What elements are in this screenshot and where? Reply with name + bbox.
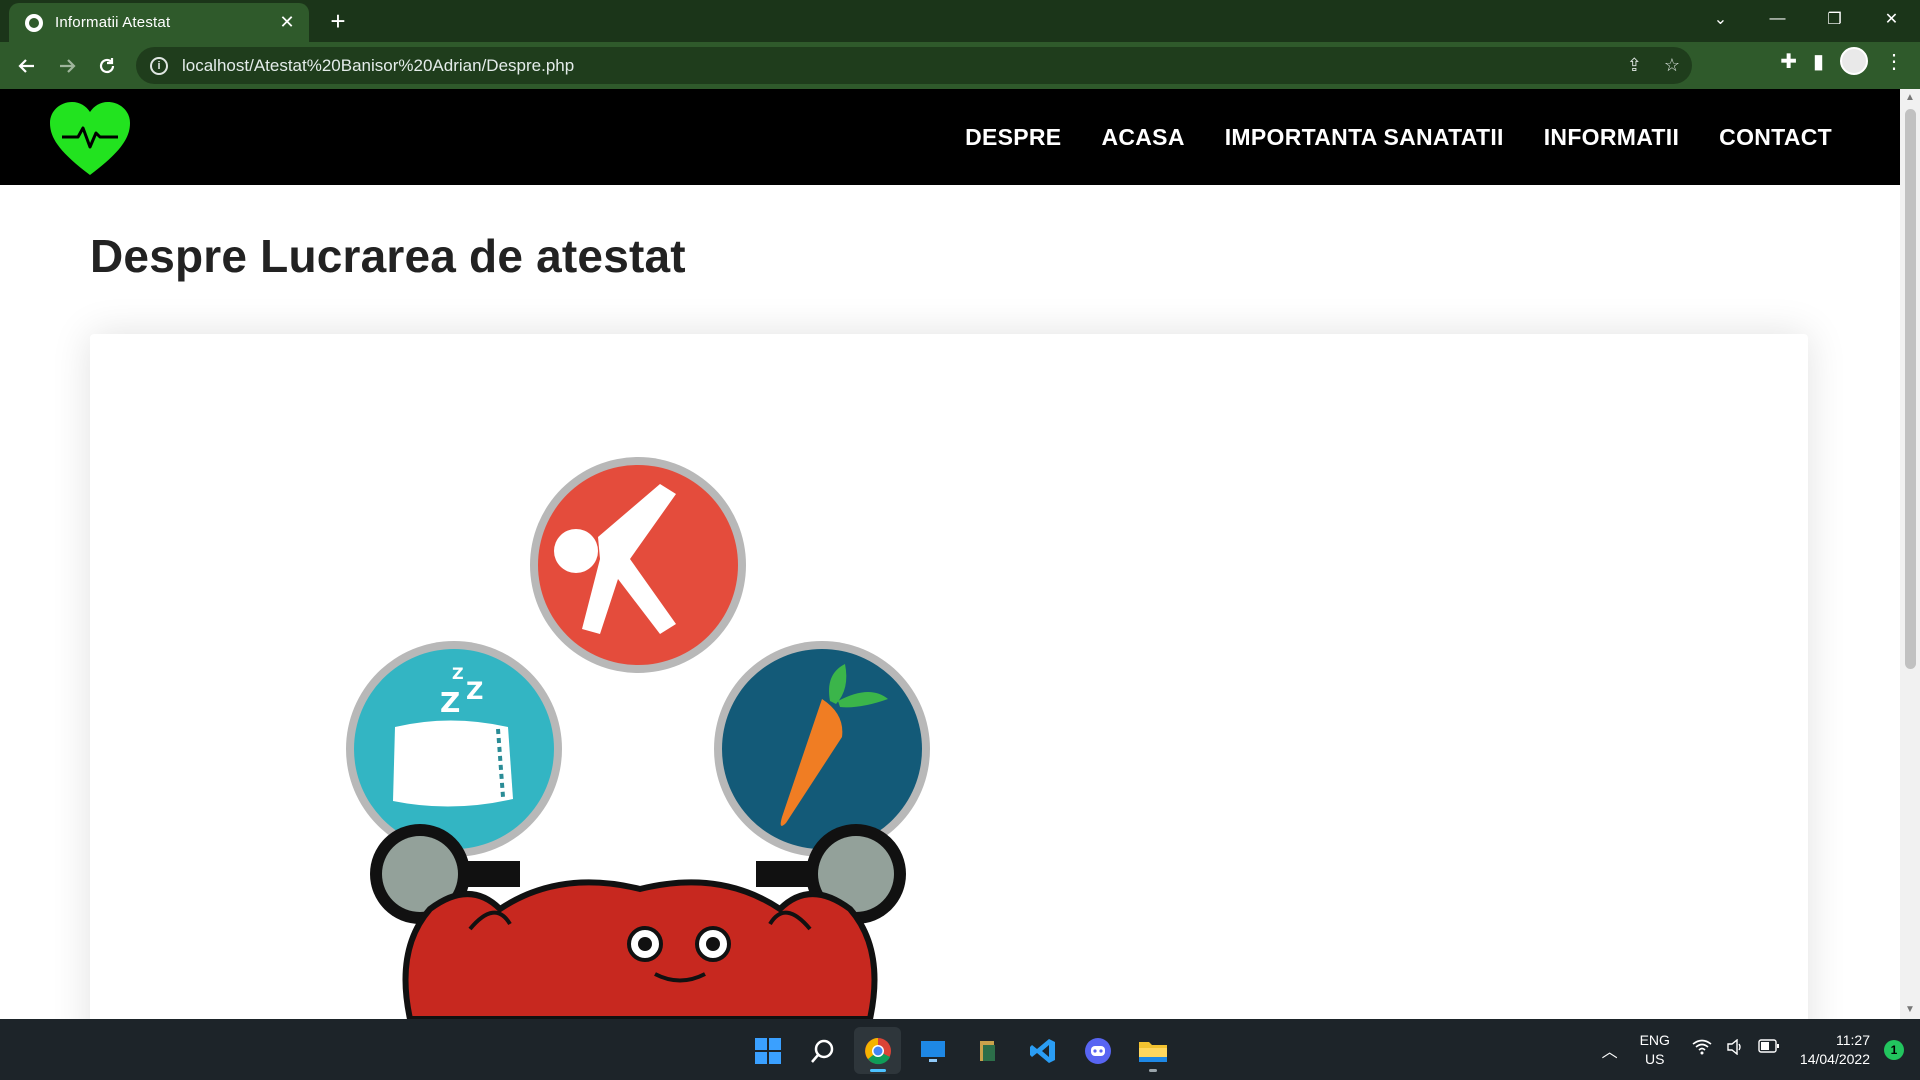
svg-text:Z: Z	[466, 677, 483, 705]
active-indicator	[870, 1069, 886, 1072]
url-text: localhost/Atestat%20Banisor%20Adrian/Des…	[182, 55, 575, 75]
extension-area: ✚ ▮ ⋮	[1780, 47, 1904, 75]
sleep-pillow-circle-icon: Z Z Z	[346, 641, 562, 857]
browser-tab[interactable]: Informatii Atestat ✕	[9, 3, 309, 42]
tray-icons	[1692, 1038, 1780, 1060]
windows-taskbar: ︿ ENG US 11:27 14/04/2022 1	[0, 1019, 1920, 1080]
remote-desktop-icon[interactable]	[909, 1027, 956, 1074]
new-tab-button[interactable]: +	[324, 8, 352, 34]
heart-character-icon	[402, 879, 878, 1019]
bookmark-star-icon[interactable]: ☆	[1664, 55, 1680, 76]
chrome-icon[interactable]	[854, 1027, 901, 1074]
files-app-icon[interactable]	[964, 1027, 1011, 1074]
battery-icon[interactable]	[1758, 1039, 1780, 1060]
scroll-up-arrow-icon[interactable]: ▲	[1900, 89, 1920, 107]
healthy-heart-illustration: Z Z Z	[346, 457, 930, 1019]
show-hidden-icons-icon[interactable]: ︿	[1602, 1038, 1618, 1062]
profile-avatar[interactable]	[1840, 47, 1868, 75]
site-header: DESPRE ACASA IMPORTANTA SANATATII INFORM…	[0, 89, 1900, 185]
close-window-button[interactable]: ✕	[1863, 0, 1920, 38]
browser-chrome: Informatii Atestat ✕ + ⌄ — ❐ ✕ i localho…	[0, 0, 1920, 89]
nav-informatii[interactable]: INFORMATII	[1544, 124, 1679, 151]
tab-search-icon[interactable]: ⌄	[1692, 0, 1749, 38]
heart-logo-icon[interactable]	[48, 101, 132, 177]
extensions-puzzle-icon[interactable]: ✚	[1780, 49, 1797, 74]
page-viewport: DESPRE ACASA IMPORTANTA SANATATII INFORM…	[0, 89, 1900, 1019]
main-nav: DESPRE ACASA IMPORTANTA SANATATII INFORM…	[965, 124, 1832, 151]
search-icon[interactable]	[799, 1027, 846, 1074]
window-controls: ⌄ — ❐ ✕	[1692, 0, 1920, 38]
clock-date: 14/04/2022	[1799, 1050, 1870, 1067]
nav-contact[interactable]: CONTACT	[1719, 124, 1832, 151]
reload-icon[interactable]	[87, 46, 127, 86]
clock[interactable]: 11:27 14/04/2022	[1800, 1031, 1870, 1069]
svg-text:Z: Z	[452, 664, 464, 683]
nav-acasa[interactable]: ACASA	[1101, 124, 1184, 151]
language-indicator[interactable]: ENG US	[1640, 1031, 1670, 1069]
system-tray: ︿ ENG US 11:27 14/04/2022 1	[1602, 1019, 1920, 1080]
exercise-circle-icon	[530, 457, 746, 673]
minimize-button[interactable]: —	[1749, 0, 1806, 38]
discord-icon[interactable]	[1074, 1027, 1121, 1074]
share-icon[interactable]: ⇪	[1627, 55, 1642, 76]
carrot-circle-icon	[714, 641, 930, 857]
tab-close-icon[interactable]: ✕	[277, 12, 297, 33]
taskbar-apps	[744, 1027, 1176, 1074]
page-scrollbar[interactable]: ▲ ▼	[1900, 89, 1920, 1019]
running-indicator	[1149, 1069, 1157, 1072]
svg-text:Z: Z	[440, 686, 460, 719]
side-panel-icon[interactable]: ▮	[1813, 49, 1824, 74]
tab-title: Informatii Atestat	[55, 14, 171, 31]
wifi-icon[interactable]	[1692, 1039, 1712, 1060]
site-info-icon[interactable]: i	[150, 56, 168, 75]
notification-badge[interactable]: 1	[1884, 1039, 1904, 1060]
scroll-down-arrow-icon[interactable]: ▼	[1900, 1001, 1920, 1019]
file-explorer-icon[interactable]	[1129, 1027, 1176, 1074]
lang-code: ENG	[1639, 1031, 1670, 1048]
nav-importanta-sanatatii[interactable]: IMPORTANTA SANATATII	[1225, 124, 1504, 151]
volume-icon[interactable]	[1726, 1038, 1744, 1060]
more-menu-icon[interactable]: ⋮	[1884, 49, 1904, 74]
vscode-icon[interactable]	[1019, 1027, 1066, 1074]
address-bar[interactable]: i localhost/Atestat%20Banisor%20Adrian/D…	[136, 47, 1692, 84]
globe-icon	[25, 13, 43, 32]
windows-start-icon[interactable]	[744, 1027, 791, 1074]
clock-time: 11:27	[1836, 1031, 1870, 1048]
nav-despre[interactable]: DESPRE	[965, 124, 1061, 151]
tab-strip: Informatii Atestat ✕ + ⌄ — ❐ ✕	[0, 0, 1920, 42]
back-icon[interactable]	[7, 46, 47, 86]
forward-icon[interactable]	[47, 46, 87, 86]
restore-button[interactable]: ❐	[1806, 0, 1863, 38]
scrollbar-thumb[interactable]	[1905, 109, 1916, 669]
lang-region: US	[1645, 1050, 1665, 1067]
browser-toolbar: i localhost/Atestat%20Banisor%20Adrian/D…	[0, 42, 1920, 89]
